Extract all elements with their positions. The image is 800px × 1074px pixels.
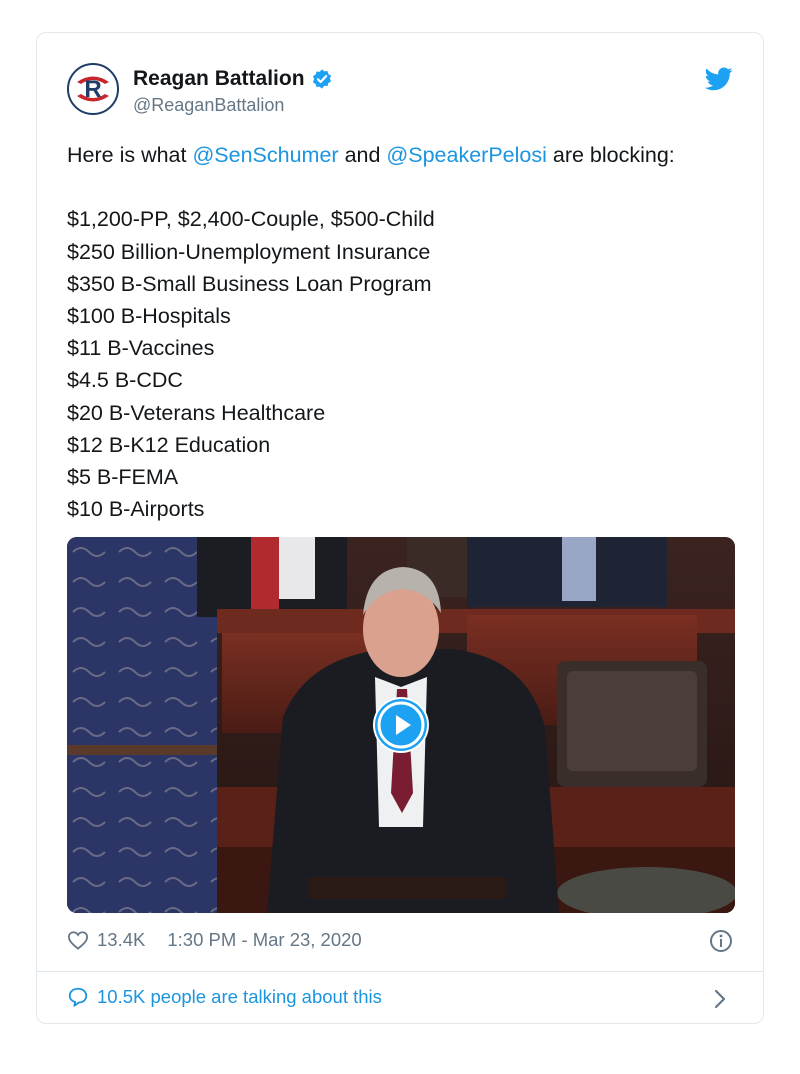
list-item: $20 B-Veterans Healthcare — [67, 400, 326, 425]
account-name-text: Reagan Battalion — [133, 67, 305, 90]
list-item: $4.5 B-CDC — [67, 368, 183, 393]
list-item: $10 B-Airports — [67, 497, 205, 522]
speech-bubble-icon — [68, 987, 88, 1007]
divider — [37, 971, 763, 972]
list-item: $250 Billion-Unemployment Insurance — [67, 239, 431, 264]
heart-icon[interactable] — [67, 930, 89, 950]
account-name[interactable]: Reagan Battalion — [133, 67, 333, 91]
like-count[interactable]: 13.4K — [97, 929, 145, 951]
mention-speakerpelosi[interactable]: @SpeakerPelosi — [386, 143, 546, 167]
reagan-battalion-logo: R — [71, 67, 115, 111]
list-item: $12 B-K12 Education — [67, 432, 271, 457]
list-item: $1,200-PP, $2,400-Couple, $500-Child — [67, 207, 435, 232]
tweet-text: Here is what @SenSchumer and @SpeakerPel… — [67, 139, 747, 525]
verified-badge-icon — [312, 69, 331, 89]
tweet-intro: Here is what @SenSchumer and @SpeakerPel… — [67, 139, 747, 171]
info-icon[interactable] — [709, 929, 733, 953]
intro-prefix: Here is what — [67, 143, 193, 167]
intro-suffix: are blocking: — [546, 143, 675, 167]
video-player[interactable] — [67, 537, 735, 913]
account-handle[interactable]: @ReaganBattalion — [133, 95, 284, 116]
chevron-right-icon[interactable] — [713, 988, 727, 1010]
list-item: $11 B-Vaccines — [67, 336, 215, 361]
avatar[interactable]: R — [67, 63, 119, 115]
svg-text:R: R — [84, 76, 101, 103]
list-item: $350 B-Small Business Loan Program — [67, 271, 432, 296]
list-item: $100 B-Hospitals — [67, 304, 231, 328]
play-button[interactable] — [373, 697, 429, 753]
tweet-timestamp[interactable]: 1:30 PM - Mar 23, 2020 — [167, 929, 361, 951]
mention-senschumer[interactable]: @SenSchumer — [192, 143, 338, 167]
twitter-bird-icon[interactable] — [705, 67, 733, 91]
tweet-meta: 13.4K 1:30 PM - Mar 23, 2020 — [67, 929, 362, 951]
list-item: $5 B-FEMA — [67, 465, 179, 490]
conversation-text: 10.5K people are talking about this — [97, 986, 382, 1007]
conversation-link[interactable]: 10.5K people are talking about this — [67, 986, 382, 1008]
tweet-card[interactable]: R Reagan Battalion @ReaganBattalion Here… — [36, 32, 764, 1024]
intro-middle: and — [338, 143, 387, 167]
play-icon — [375, 699, 427, 751]
